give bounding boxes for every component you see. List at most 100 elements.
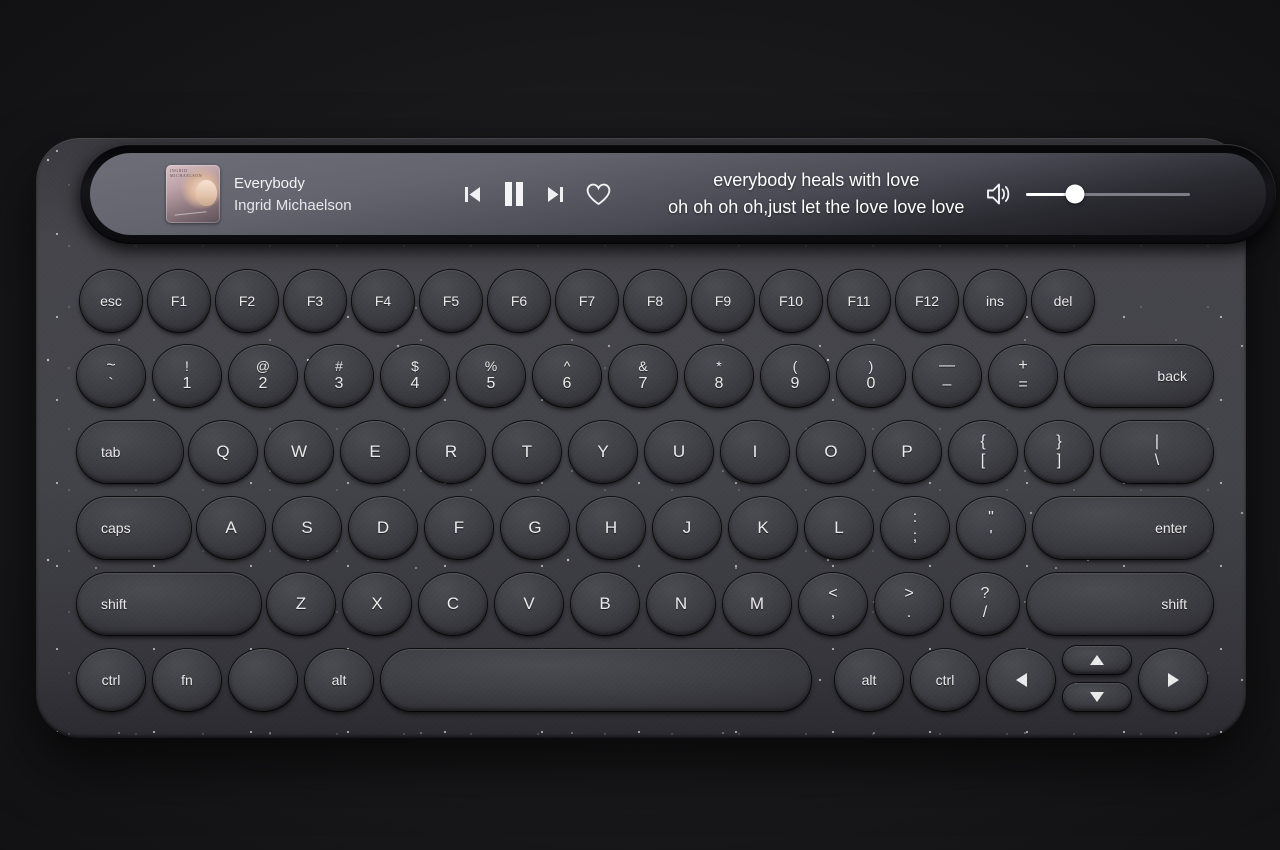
key-l[interactable]: L [805,497,873,559]
key-enter[interactable]: enter [1033,497,1213,559]
key-arrow-left[interactable] [987,649,1055,711]
key-f9[interactable]: F9 [692,270,754,332]
key-f8[interactable]: F8 [624,270,686,332]
key-r[interactable]: R [417,421,485,483]
key-t[interactable]: T [493,421,561,483]
key-b[interactable]: B [571,573,639,635]
key-arrow-up[interactable] [1063,646,1131,674]
volume-control[interactable] [986,182,1190,206]
key-shift-right[interactable]: shift [1027,573,1213,635]
key-period[interactable]: >. [875,573,943,635]
key-m[interactable]: M [723,573,791,635]
key-super[interactable] [229,649,297,711]
key-4[interactable]: $4 [381,345,449,407]
key-backtick[interactable]: ~ ` [77,345,145,407]
key-esc[interactable]: esc [80,270,142,332]
key-minus[interactable]: — – [913,345,981,407]
key-i[interactable]: I [721,421,789,483]
key-semicolon[interactable]: :; [881,497,949,559]
key-legend-shifted: } [1056,433,1062,451]
key-legend: del [1053,293,1073,309]
key-backspace[interactable]: back [1065,345,1213,407]
key-f5[interactable]: F5 [420,270,482,332]
volume-slider-thumb[interactable] [1065,184,1085,204]
key-f3[interactable]: F3 [284,270,346,332]
key-f4[interactable]: F4 [352,270,414,332]
key-f7[interactable]: F7 [556,270,618,332]
key-legend: Y [597,442,609,461]
key-1[interactable]: ! 1 [153,345,221,407]
key-k[interactable]: K [729,497,797,559]
key-w[interactable]: W [265,421,333,483]
transport-controls [464,181,611,207]
volume-icon[interactable] [986,182,1012,206]
key-equal[interactable]: + = [989,345,1057,407]
key-6[interactable]: ^ 6 [533,345,601,407]
key-3[interactable]: #3 [305,345,373,407]
key-arrow-right[interactable] [1139,649,1207,711]
key-9[interactable]: (9 [761,345,829,407]
key-v[interactable]: V [495,573,563,635]
key-y[interactable]: Y [569,421,637,483]
key-slash[interactable]: ? / [951,573,1019,635]
key-dual-legend: + = [1018,357,1028,394]
key-z[interactable]: Z [267,573,335,635]
key-dual-legend: ) 0 [867,359,876,393]
key-7[interactable]: & 7 [609,345,677,407]
favorite-button[interactable] [586,183,611,206]
key-shift-left[interactable]: shift [77,573,261,635]
key-d[interactable]: D [349,497,417,559]
key-legend: Z [295,594,307,613]
key-ctrl-left[interactable]: ctrl [77,649,145,711]
key-f[interactable]: F [425,497,493,559]
key-legend: D [376,518,390,537]
key-n[interactable]: N [647,573,715,635]
previous-track-button[interactable] [464,185,481,204]
key-o[interactable]: O [797,421,865,483]
key-f11[interactable]: F11 [828,270,890,332]
key-g[interactable]: G [501,497,569,559]
key-legend: F5 [442,293,460,309]
key-capslock[interactable]: caps [77,497,191,559]
key-space[interactable] [381,649,811,711]
key-2[interactable]: @2 [229,345,297,407]
key-ins[interactable]: ins [964,270,1026,332]
key-a[interactable]: A [197,497,265,559]
key-f12[interactable]: F12 [896,270,958,332]
next-track-button[interactable] [547,185,564,204]
key-f10[interactable]: F10 [760,270,822,332]
key-s[interactable]: S [273,497,341,559]
key-e[interactable]: E [341,421,409,483]
key-bracketright[interactable]: }] [1025,421,1093,483]
key-f6[interactable]: F6 [488,270,550,332]
arrow-down-icon [1090,692,1104,702]
key-bracketleft[interactable]: {[ [949,421,1017,483]
key-c[interactable]: C [419,573,487,635]
pause-button[interactable] [503,181,525,207]
key-tab[interactable]: tab [77,421,183,483]
key-alt-left[interactable]: alt [305,649,373,711]
key-p[interactable]: P [873,421,941,483]
key-f1[interactable]: F1 [148,270,210,332]
key-x[interactable]: X [343,573,411,635]
key-8[interactable]: * 8 [685,345,753,407]
key-comma[interactable]: <, [799,573,867,635]
key-fn[interactable]: fn [153,649,221,711]
key-legend-shifted: + [1018,357,1028,375]
volume-slider-track[interactable] [1026,184,1190,204]
key-ctrl-right[interactable]: ctrl [911,649,979,711]
key-quote[interactable]: " ' [957,497,1025,559]
key-u[interactable]: U [645,421,713,483]
key-del[interactable]: del [1032,270,1094,332]
key-j[interactable]: J [653,497,721,559]
key-alt-right[interactable]: alt [835,649,903,711]
key-legend: F4 [374,293,392,309]
arrow-right-icon [1167,673,1179,687]
key-q[interactable]: Q [189,421,257,483]
key-5[interactable]: % 5 [457,345,525,407]
key-backslash[interactable]: | \ [1101,421,1213,483]
key-arrow-down[interactable] [1063,683,1131,711]
key-h[interactable]: H [577,497,645,559]
key-0[interactable]: ) 0 [837,345,905,407]
key-f2[interactable]: F2 [216,270,278,332]
